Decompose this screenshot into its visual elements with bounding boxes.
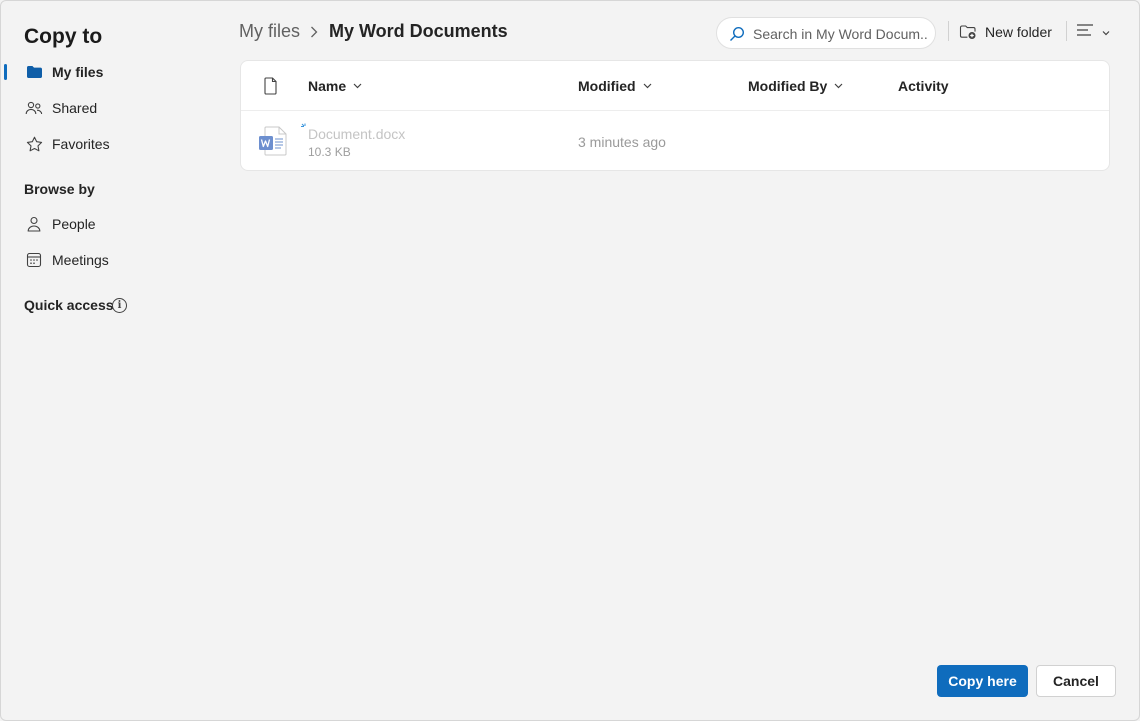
toolbar-divider bbox=[948, 21, 949, 41]
browse-by-heading: Browse by bbox=[24, 181, 95, 197]
sidebar-item-my-files[interactable]: My files bbox=[1, 57, 211, 87]
sidebar-item-meetings[interactable]: Meetings bbox=[1, 245, 211, 275]
info-icon[interactable]: i bbox=[112, 298, 127, 313]
chevron-down-icon bbox=[1102, 23, 1110, 41]
chevron-down-icon bbox=[834, 83, 843, 89]
sidebar-item-favorites[interactable]: Favorites bbox=[1, 129, 211, 159]
file-type-icon[interactable] bbox=[263, 77, 279, 95]
file-name: Document.docx bbox=[308, 126, 406, 142]
breadcrumb-current: My Word Documents bbox=[329, 21, 508, 41]
people-shared-icon bbox=[25, 100, 43, 116]
sidebar-item-shared[interactable]: Shared bbox=[1, 93, 211, 123]
chevron-down-icon bbox=[643, 83, 651, 89]
search-box[interactable] bbox=[716, 17, 936, 49]
view-options-button[interactable] bbox=[1076, 21, 1112, 43]
sidebar-item-label: Meetings bbox=[52, 252, 109, 268]
sidebar-item-label: Shared bbox=[52, 100, 98, 116]
cancel-button[interactable]: Cancel bbox=[1036, 665, 1116, 697]
search-icon bbox=[729, 26, 745, 42]
new-folder-button[interactable]: New folder bbox=[959, 19, 1052, 45]
new-folder-label: New folder bbox=[985, 24, 1052, 40]
chevron-down-icon bbox=[353, 83, 362, 89]
table-header: Name Modified Modified By Activity bbox=[241, 61, 1109, 111]
copy-here-button[interactable]: Copy here bbox=[937, 665, 1028, 697]
column-header-activity[interactable]: Activity bbox=[898, 78, 949, 94]
toolbar-divider bbox=[1066, 21, 1067, 41]
sidebar-item-label: My files bbox=[52, 64, 104, 80]
table-row[interactable]: Document.docx 10.3 KB 3 minutes ago bbox=[241, 112, 1109, 170]
file-size: 10.3 KB bbox=[308, 145, 351, 159]
breadcrumb-root[interactable]: My files bbox=[239, 21, 300, 42]
calendar-icon bbox=[25, 252, 43, 268]
file-modified: 3 minutes ago bbox=[578, 134, 666, 150]
sidebar-item-people[interactable]: People bbox=[1, 209, 211, 239]
word-document-icon bbox=[258, 126, 290, 156]
file-list: Name Modified Modified By Activity Docum… bbox=[240, 60, 1110, 171]
active-indicator bbox=[4, 64, 7, 80]
search-input[interactable] bbox=[753, 24, 929, 44]
column-header-modified-by[interactable]: Modified By bbox=[748, 78, 843, 94]
copy-to-dialog: Copy to My files Shared Favorites Browse… bbox=[0, 0, 1140, 721]
chevron-right-icon bbox=[307, 24, 321, 40]
person-icon bbox=[25, 216, 43, 232]
star-icon bbox=[25, 136, 43, 152]
sidebar-item-label: People bbox=[52, 216, 96, 232]
dialog-title: Copy to bbox=[24, 25, 103, 48]
folder-icon bbox=[25, 64, 43, 80]
quick-access-heading: Quick access bbox=[24, 297, 114, 313]
column-header-name[interactable]: Name bbox=[308, 78, 362, 94]
sidebar-item-label: Favorites bbox=[52, 136, 110, 152]
column-header-modified[interactable]: Modified bbox=[578, 78, 652, 94]
folder-add-icon bbox=[959, 24, 977, 40]
list-view-icon bbox=[1076, 23, 1094, 42]
